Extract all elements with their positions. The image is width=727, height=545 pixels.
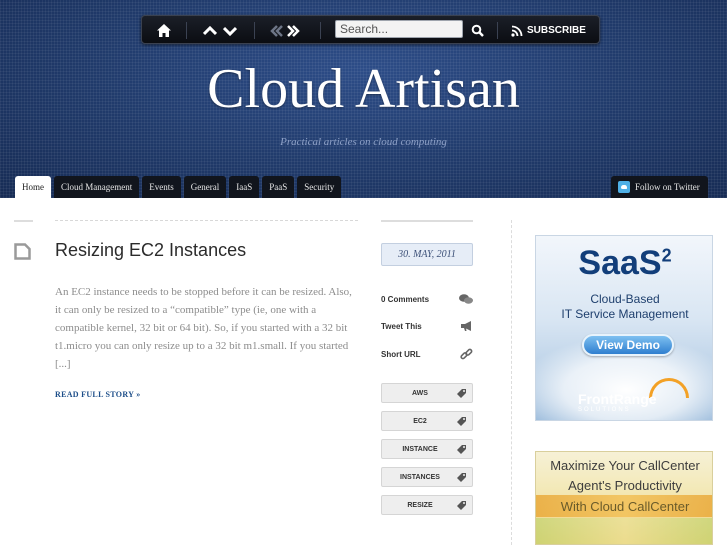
speech-bubbles-icon bbox=[459, 294, 473, 304]
ad-subline: With Cloud CallCenter bbox=[560, 499, 690, 514]
tab-cloud-management[interactable]: Cloud Management bbox=[54, 176, 140, 198]
tag-instances[interactable]: INSTANCES bbox=[381, 467, 473, 487]
tag-instance[interactable]: INSTANCE bbox=[381, 439, 473, 459]
rss-icon bbox=[511, 25, 523, 37]
chevron-up-icon[interactable] bbox=[202, 21, 218, 40]
subscribe-button[interactable]: SUBSCRIBE bbox=[511, 22, 586, 39]
megaphone-icon bbox=[461, 321, 471, 331]
top-toolbar: Search... SUBSCRIBE bbox=[141, 15, 600, 44]
ad-subline: IT Service Management bbox=[561, 307, 689, 321]
tag-icon bbox=[457, 473, 466, 482]
chain-link-icon bbox=[460, 348, 473, 359]
toolbar-separator bbox=[254, 22, 255, 39]
home-icon[interactable] bbox=[154, 21, 174, 40]
sidebar-divider bbox=[511, 220, 512, 545]
tab-home[interactable]: Home bbox=[15, 176, 51, 198]
tag-label: EC2 bbox=[413, 417, 427, 425]
chevron-double-right-icon[interactable] bbox=[286, 21, 300, 40]
tag-label: AWS bbox=[412, 389, 428, 397]
tag-label: INSTANCES bbox=[400, 473, 440, 481]
advertisement-saas[interactable]: SaaS2 Cloud-Based IT Service Management … bbox=[535, 235, 713, 421]
tag-aws[interactable]: AWS bbox=[381, 383, 473, 403]
tab-paas[interactable]: PaaS bbox=[262, 176, 295, 198]
search-icon[interactable] bbox=[470, 21, 484, 40]
tag-icon bbox=[457, 417, 466, 426]
tab-general[interactable]: General bbox=[183, 176, 227, 198]
subscribe-label: SUBSCRIBE bbox=[527, 25, 586, 36]
tab-security[interactable]: Security bbox=[297, 176, 342, 198]
post-title[interactable]: Resizing EC2 Instances bbox=[55, 240, 246, 261]
ad-headline: SaaS2 bbox=[578, 244, 672, 282]
view-demo-button[interactable]: View Demo bbox=[582, 334, 674, 356]
ad-headline: Maximize Your CallCenter bbox=[550, 458, 700, 473]
follow-twitter-label: Follow on Twitter bbox=[635, 182, 700, 192]
tag-resize[interactable]: RESIZE bbox=[381, 495, 473, 515]
divider bbox=[14, 220, 33, 222]
tag-icon bbox=[457, 389, 466, 398]
site-header: Search... SUBSCRIBE Cloud Artisan Practi… bbox=[0, 0, 727, 198]
divider bbox=[55, 220, 358, 221]
category-nav: Home Cloud Management Events General Iaa… bbox=[15, 176, 342, 198]
document-icon bbox=[14, 243, 31, 260]
short-url-label: Short URL bbox=[381, 349, 421, 359]
ad-glow bbox=[536, 518, 712, 544]
chevron-double-left-icon[interactable] bbox=[270, 21, 284, 40]
tweet-this-link[interactable]: Tweet This bbox=[381, 319, 473, 333]
toolbar-separator bbox=[320, 22, 321, 39]
ad-logo: FrontRange bbox=[578, 391, 657, 407]
post-excerpt: An EC2 instance needs to be stopped befo… bbox=[55, 286, 352, 370]
toolbar-separator bbox=[497, 22, 498, 39]
comments-label: 0 Comments bbox=[381, 294, 430, 304]
site-title[interactable]: Cloud Artisan bbox=[0, 54, 727, 124]
ad-subline: Cloud-Based bbox=[590, 292, 660, 306]
chevron-down-icon[interactable] bbox=[222, 21, 238, 40]
tag-icon bbox=[457, 445, 466, 454]
tab-iaas[interactable]: IaaS bbox=[229, 176, 260, 198]
tag-label: RESIZE bbox=[407, 501, 433, 509]
tab-events[interactable]: Events bbox=[142, 176, 181, 198]
read-more-link[interactable]: READ FULL STORY » bbox=[55, 390, 141, 399]
ad-subline: Agent's Productivity bbox=[568, 478, 682, 493]
tag-ec2[interactable]: EC2 bbox=[381, 411, 473, 431]
tag-label: INSTANCE bbox=[402, 445, 438, 453]
toolbar-separator bbox=[186, 22, 187, 39]
ad-logo-sub: SOLUTIONS bbox=[578, 407, 631, 413]
post-date: 30. MAY, 2011 bbox=[381, 243, 473, 266]
tag-icon bbox=[457, 501, 466, 510]
site-tagline: Practical articles on cloud computing bbox=[280, 136, 447, 148]
advertisement-callcenter[interactable]: Maximize Your CallCenter Agent's Product… bbox=[535, 451, 713, 545]
divider bbox=[381, 220, 473, 222]
short-url-link[interactable]: Short URL bbox=[381, 347, 473, 361]
tweet-this-label: Tweet This bbox=[381, 321, 422, 331]
twitter-icon bbox=[618, 181, 630, 193]
search-input[interactable]: Search... bbox=[335, 20, 463, 38]
comments-link[interactable]: 0 Comments bbox=[381, 292, 473, 306]
follow-twitter-button[interactable]: Follow on Twitter bbox=[611, 176, 708, 198]
